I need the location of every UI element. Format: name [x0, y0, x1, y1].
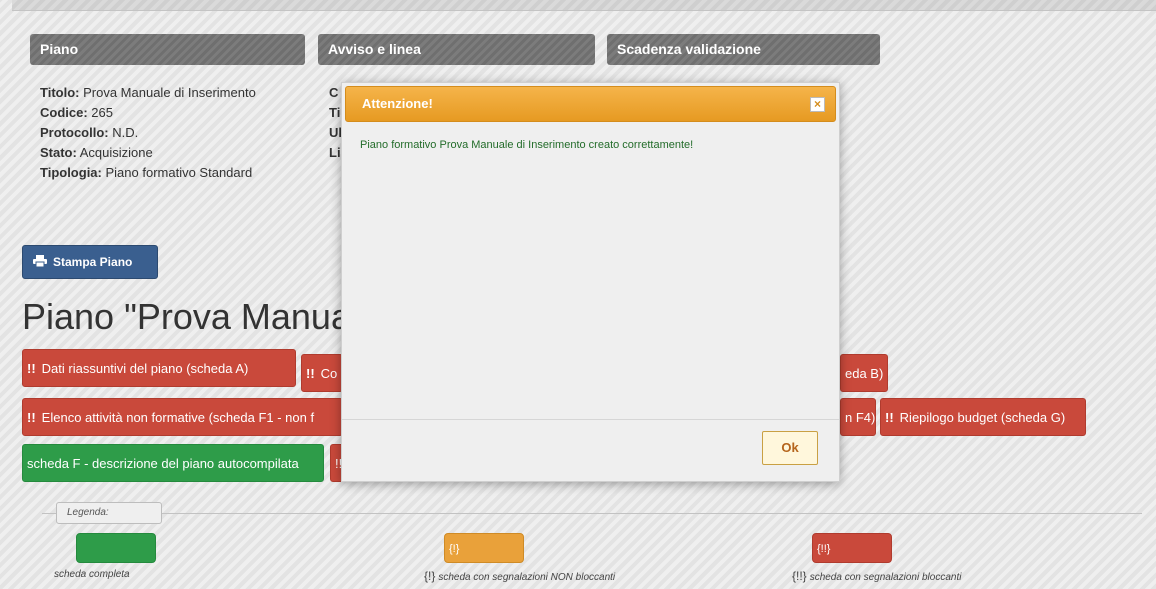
alert-dialog: Attenzione! × Piano formativo Prova Manu…: [341, 82, 840, 482]
dialog-message: Piano formativo Prova Manuale di Inserim…: [360, 139, 694, 151]
dialog-header: Attenzione! ×: [345, 86, 836, 122]
close-icon[interactable]: ×: [810, 97, 825, 112]
ok-button[interactable]: Ok: [762, 431, 818, 465]
dialog-footer-divider: [342, 419, 839, 420]
dialog-title: Attenzione!: [362, 96, 433, 111]
